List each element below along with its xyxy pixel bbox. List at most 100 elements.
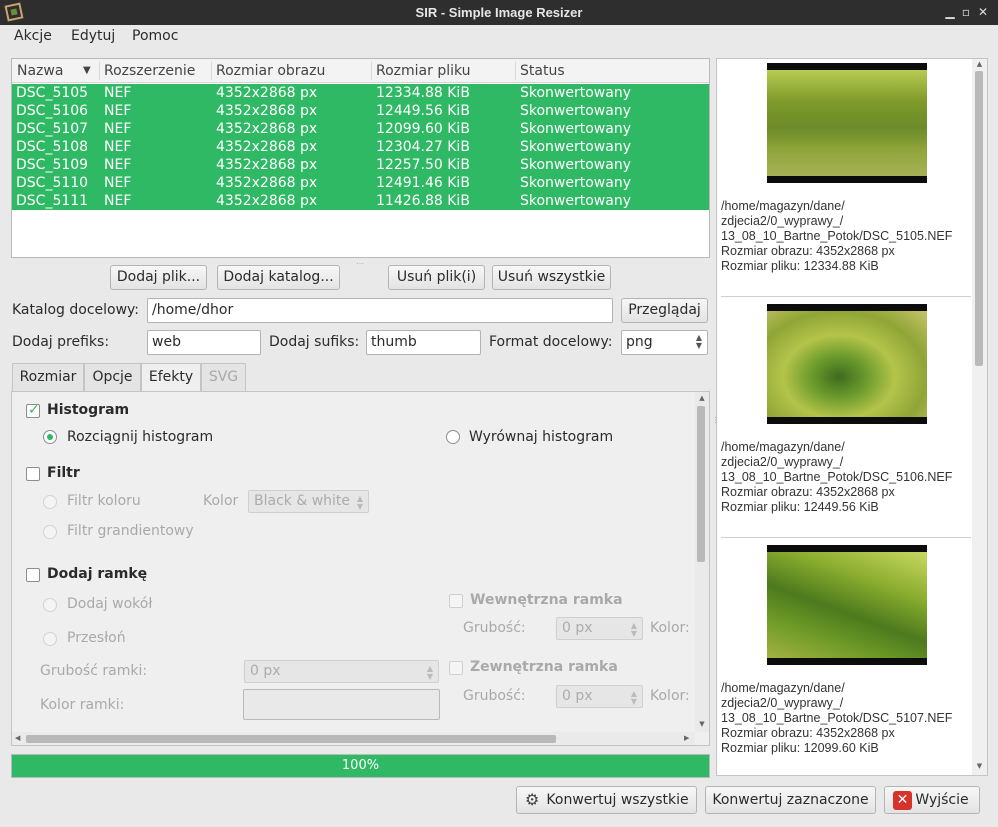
tab-effects[interactable]: Efekty — [141, 363, 201, 392]
table-row[interactable]: DSC_5111 NEF 4352x2868 px 11426.88 KiB Skonw… — [12, 192, 709, 210]
scroll-up-icon[interactable]: ▲ — [972, 60, 987, 68]
forest-photo — [767, 552, 927, 658]
effects-horizontal-scrollbar[interactable]: ◀ ▶ — [12, 732, 695, 745]
cell-extension: NEF — [104, 121, 132, 137]
target-dir-label: Katalog docelowy: — [12, 302, 140, 318]
table-row[interactable]: DSC_5105 NEF 4352x2868 px 12334.88 KiB Skonw… — [12, 84, 709, 102]
convert-selected-button[interactable]: Konwertuj zaznaczone — [705, 786, 876, 814]
histogram-checkbox[interactable]: ✓ — [26, 402, 40, 418]
splitter-handle[interactable]: ⋯ — [356, 259, 364, 268]
effects-vertical-scroll-thumb[interactable] — [697, 406, 705, 562]
preview-path-line2: zdjecia2/0_wyprawy_/ — [721, 214, 844, 228]
tab-svg: SVG — [201, 363, 246, 391]
add-file-button[interactable]: Dodaj plik... — [110, 265, 207, 290]
cell-status: Skonwertowany — [520, 193, 631, 209]
table-row[interactable]: DSC_5106 NEF 4352x2868 px 12449.56 KiB Skonw… — [12, 102, 709, 120]
preview-path-line2: zdjecia2/0_wyprawy_/ — [721, 455, 844, 469]
menu-edytuj[interactable]: Edytuj — [71, 28, 115, 44]
column-header-name[interactable]: Nazwa — [17, 63, 63, 79]
scroll-left-icon[interactable]: ◀ — [15, 734, 20, 742]
table-row[interactable]: DSC_5108 NEF 4352x2868 px 12304.27 KiB Skonw… — [12, 138, 709, 156]
cell-status: Skonwertowany — [520, 157, 631, 173]
remove-all-button[interactable]: Usuń wszystkie — [492, 265, 611, 290]
cell-file-size: 11426.88 KiB — [376, 193, 470, 209]
exit-button[interactable]: ✕ Wyjście — [884, 786, 980, 814]
spin-arrows-icon: ▲ ▼ — [695, 333, 702, 350]
effects-vertical-scrollbar[interactable]: ▲ ▼ — [695, 392, 709, 732]
menu-pomoc[interactable]: Pomoc — [132, 28, 178, 44]
frame-width-spinbox: 0 px ▲ ▼ — [244, 660, 439, 683]
scroll-up-icon[interactable]: ▲ — [695, 394, 709, 402]
format-select[interactable]: png ▲ ▼ — [621, 330, 708, 355]
preview-file-size: Rozmiar pliku: 12334.88 KiB — [721, 259, 879, 273]
minimize-icon[interactable]: ▁ — [942, 3, 958, 21]
equalize-histogram-label: Wyrównaj histogram — [469, 429, 614, 445]
frame-width-value: 0 px — [250, 663, 281, 679]
format-label: Format docelowy: — [489, 334, 613, 350]
effects-horizontal-scroll-thumb[interactable] — [26, 735, 556, 743]
frame-overlay-radio — [43, 632, 57, 646]
preview-separator — [721, 537, 971, 538]
add-directory-button[interactable]: Dodaj katalog... — [217, 265, 340, 290]
color-filter-radio — [43, 495, 57, 509]
scroll-down-icon[interactable]: ▼ — [695, 720, 709, 728]
menu-akcje[interactable]: Akcje — [14, 28, 52, 44]
tab-size[interactable]: Rozmiar — [12, 363, 84, 391]
prefix-input[interactable]: web — [147, 330, 261, 355]
table-row[interactable]: DSC_5109 NEF 4352x2868 px 12257.50 KiB Skonw… — [12, 156, 709, 174]
scroll-right-icon[interactable]: ▶ — [684, 734, 689, 742]
column-header-status[interactable]: Status — [520, 63, 565, 79]
suffix-input[interactable]: thumb — [366, 330, 481, 355]
cell-file-size: 12099.60 KiB — [376, 121, 470, 137]
preview-file-size: Rozmiar pliku: 12099.60 KiB — [721, 741, 879, 755]
column-header-image-size[interactable]: Rozmiar obrazu — [216, 63, 325, 79]
cell-image-size: 4352x2868 px — [216, 85, 318, 101]
equalize-histogram-radio[interactable] — [446, 430, 460, 444]
preview-path-line1: /home/magazyn/dane/ — [721, 199, 845, 213]
preview-path-line1: /home/magazyn/dane/ — [721, 681, 845, 695]
preview-item[interactable]: /home/magazyn/dane/zdjecia2/0_wyprawy_/1… — [721, 59, 971, 300]
tab-options[interactable]: Opcje — [84, 363, 141, 391]
preview-scroll-thumb[interactable] — [975, 71, 983, 366]
cell-extension: NEF — [104, 157, 132, 173]
preview-item[interactable]: /home/magazyn/dane/zdjecia2/0_wyprawy_/1… — [721, 541, 971, 775]
cell-name: DSC_5107 — [16, 121, 89, 137]
spin-arrows-icon: ▲ ▼ — [426, 664, 433, 681]
table-row[interactable]: DSC_5110 NEF 4352x2868 px 12491.46 KiB Skonw… — [12, 174, 709, 192]
table-row[interactable]: DSC_5107 NEF 4352x2868 px 12099.60 KiB Skonw… — [12, 120, 709, 138]
browse-button[interactable]: Przeglądaj — [621, 298, 708, 323]
close-icon[interactable]: ✕ — [975, 3, 991, 21]
cell-file-size: 12449.56 KiB — [376, 103, 470, 119]
cell-name: DSC_5106 — [16, 103, 89, 119]
column-header-file-size[interactable]: Rozmiar pliku — [376, 63, 471, 79]
outer-width-value: 0 px — [562, 688, 593, 704]
preview-path-line3: 13_08_10_Bartne_Potok/DSC_5107.NEF — [721, 711, 953, 725]
gradient-filter-radio — [43, 525, 57, 539]
gradient-filter-label: Filtr grandientowy — [67, 523, 194, 539]
scroll-down-icon[interactable]: ▼ — [972, 762, 987, 770]
outer-color-label: Kolor: — [650, 688, 690, 704]
preview-scrollbar[interactable]: ▲ ▼ — [972, 59, 987, 775]
column-header-extension[interactable]: Rozszerzenie — [104, 63, 195, 79]
remove-files-button[interactable]: Usuń plik(i) — [388, 265, 485, 290]
convert-all-button[interactable]: ⚙ Konwertuj wszystkie — [516, 786, 697, 814]
cell-extension: NEF — [104, 193, 132, 209]
cell-extension: NEF — [104, 139, 132, 155]
preview-pane: /home/magazyn/dane/zdjecia2/0_wyprawy_/ 1… — [716, 58, 988, 776]
check-icon: ✓ — [28, 402, 40, 418]
spin-arrows-icon: ▲ ▼ — [630, 689, 637, 706]
spin-arrows-icon: ▲ ▼ — [356, 494, 363, 511]
frame-width-label: Grubość ramki: — [40, 663, 148, 679]
color-select-value: Black & white — [254, 493, 351, 509]
target-dir-input[interactable]: /home/dhor — [147, 298, 613, 323]
filter-checkbox[interactable] — [26, 467, 40, 481]
frame-checkbox[interactable] — [26, 568, 40, 582]
maximize-icon[interactable]: ▫ — [958, 3, 974, 21]
frame-color-label: Kolor ramki: — [40, 697, 125, 713]
cell-status: Skonwertowany — [520, 175, 631, 191]
preview-item[interactable]: /home/magazyn/dane/zdjecia2/0_wyprawy_/1… — [721, 300, 971, 541]
preview-path-line1: /home/magazyn/dane/ — [721, 440, 845, 454]
stretch-histogram-radio[interactable] — [43, 430, 57, 444]
color-filter-label: Filtr koloru — [67, 493, 141, 509]
window-title: SIR - Simple Image Resizer — [415, 5, 583, 20]
